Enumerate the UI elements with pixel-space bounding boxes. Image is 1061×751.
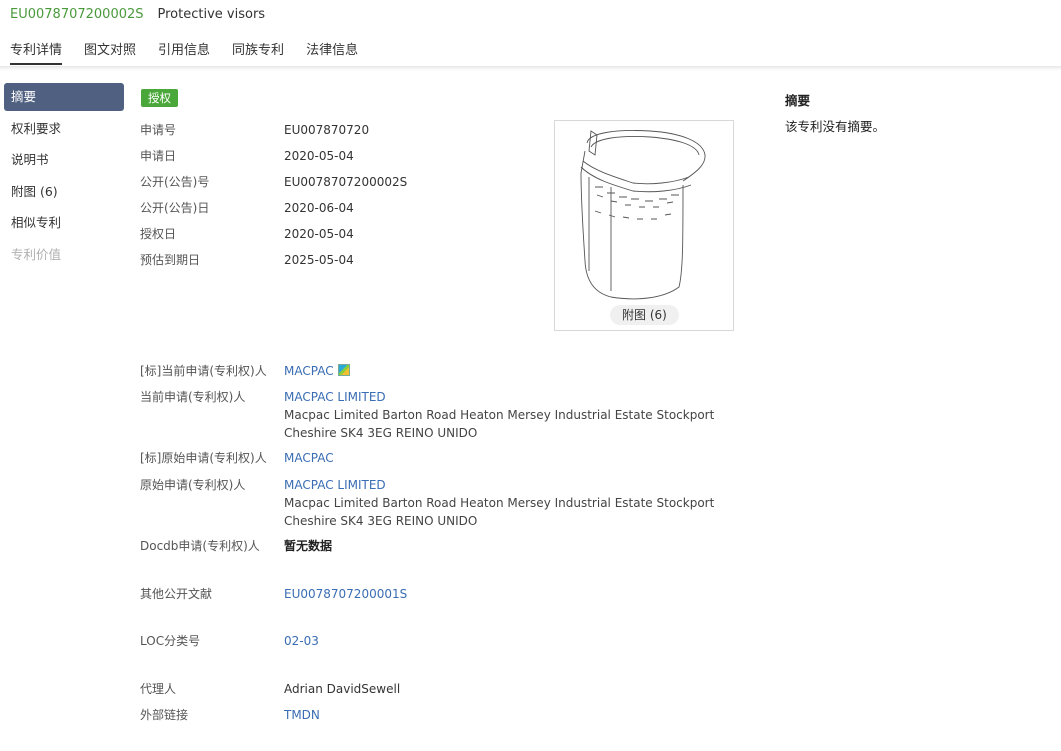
- std-original-applicant-link[interactable]: MACPAC: [284, 449, 334, 467]
- field-label: 申请号: [140, 123, 177, 137]
- field-label: 申请日: [140, 149, 177, 163]
- current-applicant-block: MACPAC LIMITED Macpac Limited Barton Roa…: [284, 388, 714, 442]
- field-current-applicant: 当前申请(专利权)人 MACPAC LIMITED Macpac Limited…: [140, 388, 714, 442]
- sidebar-item-abstract[interactable]: 摘要: [4, 83, 124, 111]
- field-loc-class: LOC分类号 02-03: [140, 632, 319, 650]
- abstract-text: 该专利没有摘要。: [785, 119, 886, 134]
- field-application-number: 申请号 EU007870720: [140, 121, 369, 139]
- field-value: 2020-05-04: [284, 149, 354, 163]
- sidebar-item-description[interactable]: 说明书: [4, 146, 124, 174]
- field-application-date: 申请日 2020-05-04: [140, 147, 354, 165]
- applicant-name[interactable]: MACPAC: [284, 364, 334, 378]
- field-value: EU007870720: [284, 123, 370, 137]
- field-label: 外部链接: [140, 708, 189, 722]
- sidebar-item-value: 专利价值: [11, 246, 62, 262]
- status-badge: 授权: [141, 89, 178, 107]
- patent-title: Protective visors: [157, 7, 266, 22]
- field-label: 预估到期日: [140, 253, 201, 267]
- tab-patent-details[interactable]: 专利详情: [10, 39, 63, 65]
- sidebar-item-drawings[interactable]: 附图 (6): [4, 178, 124, 206]
- tab-family[interactable]: 同族专利: [232, 39, 284, 65]
- field-value: 2020-06-04: [284, 201, 354, 215]
- trademark-icon[interactable]: [337, 364, 350, 376]
- field-expiry-date: 预估到期日 2025-05-04: [140, 251, 354, 269]
- field-label: 授权日: [140, 227, 177, 241]
- field-label: 公开(公告)号: [140, 175, 210, 189]
- field-value: 2020-05-04: [284, 227, 354, 241]
- field-label: LOC分类号: [140, 634, 201, 648]
- applicant-address-line: Cheshire SK4 3EG REINO UNIDO: [284, 514, 478, 528]
- original-applicant-link[interactable]: MACPAC LIMITED: [284, 476, 714, 494]
- field-publication-date: 公开(公告)日 2020-06-04: [140, 199, 354, 217]
- field-value: Adrian DavidSewell: [284, 682, 401, 696]
- field-docdb-applicant: Docdb申请(专利权)人 暂无数据: [140, 537, 332, 555]
- applicant-address-line: Macpac Limited Barton Road Heaton Mersey…: [284, 408, 715, 422]
- field-external-link: 外部链接 TMDN: [140, 706, 320, 724]
- sidebar-item-claims[interactable]: 权利要求: [4, 115, 124, 143]
- sidebar: 摘要 权利要求 说明书 附图 (6) 相似专利 专利价值: [4, 83, 124, 272]
- field-label: 其他公开文献: [140, 587, 213, 601]
- tab-legal[interactable]: 法律信息: [306, 39, 358, 65]
- field-agent: 代理人 Adrian DavidSewell: [140, 680, 400, 698]
- sidebar-item-similar[interactable]: 相似专利: [4, 209, 124, 237]
- tab-bar: 专利详情 图文对照 引用信息 同族专利 法律信息: [10, 39, 380, 65]
- field-value: 2025-05-04: [284, 253, 354, 267]
- field-label: [标]当前申请(专利权)人: [140, 364, 267, 378]
- field-value: EU0078707200002S: [284, 175, 408, 189]
- applicant-address-line: Macpac Limited Barton Road Heaton Mersey…: [284, 496, 715, 510]
- external-link[interactable]: TMDN: [284, 706, 320, 724]
- field-label: 代理人: [140, 682, 177, 696]
- field-original-applicant: 原始申请(专利权)人 MACPAC LIMITED Macpac Limited…: [140, 476, 714, 530]
- tab-text-image[interactable]: 图文对照: [84, 39, 136, 65]
- field-label: Docdb申请(专利权)人: [140, 539, 260, 553]
- header-divider: [0, 66, 1061, 71]
- field-value: 暂无数据: [284, 539, 333, 553]
- tab-citations[interactable]: 引用信息: [158, 39, 210, 65]
- field-label: 原始申请(专利权)人: [140, 478, 246, 492]
- field-label: 公开(公告)日: [140, 201, 210, 215]
- field-label: [标]原始申请(专利权)人: [140, 451, 267, 465]
- other-publication-link[interactable]: EU0078707200001S: [284, 585, 407, 603]
- field-other-publications: 其他公开文献 EU0078707200001S: [140, 585, 407, 603]
- field-std-current-applicant: [标]当前申请(专利权)人 MACPAC: [140, 362, 350, 380]
- abstract-title: 摘要: [785, 93, 811, 108]
- patent-drawing[interactable]: 附图 (6): [554, 120, 734, 331]
- title-row: EU0078707200002S Protective visors: [10, 7, 265, 22]
- drawings-button[interactable]: 附图 (6): [610, 305, 679, 325]
- loc-class-link[interactable]: 02-03: [284, 632, 319, 650]
- field-grant-date: 授权日 2020-05-04: [140, 225, 354, 243]
- std-current-applicant-link[interactable]: MACPAC: [284, 362, 350, 380]
- applicant-address-line: Cheshire SK4 3EG REINO UNIDO: [284, 426, 478, 440]
- field-label: 当前申请(专利权)人: [140, 390, 246, 404]
- current-applicant-link[interactable]: MACPAC LIMITED: [284, 388, 714, 406]
- original-applicant-block: MACPAC LIMITED Macpac Limited Barton Roa…: [284, 476, 714, 530]
- field-std-original-applicant: [标]原始申请(专利权)人 MACPAC: [140, 449, 334, 467]
- publication-number: EU0078707200002S: [10, 7, 144, 22]
- patent-header: EU0078707200002S Protective visors 专利详情 …: [0, 0, 1061, 68]
- field-publication-number: 公开(公告)号 EU0078707200002S: [140, 173, 407, 191]
- visor-drawing: [580, 130, 706, 300]
